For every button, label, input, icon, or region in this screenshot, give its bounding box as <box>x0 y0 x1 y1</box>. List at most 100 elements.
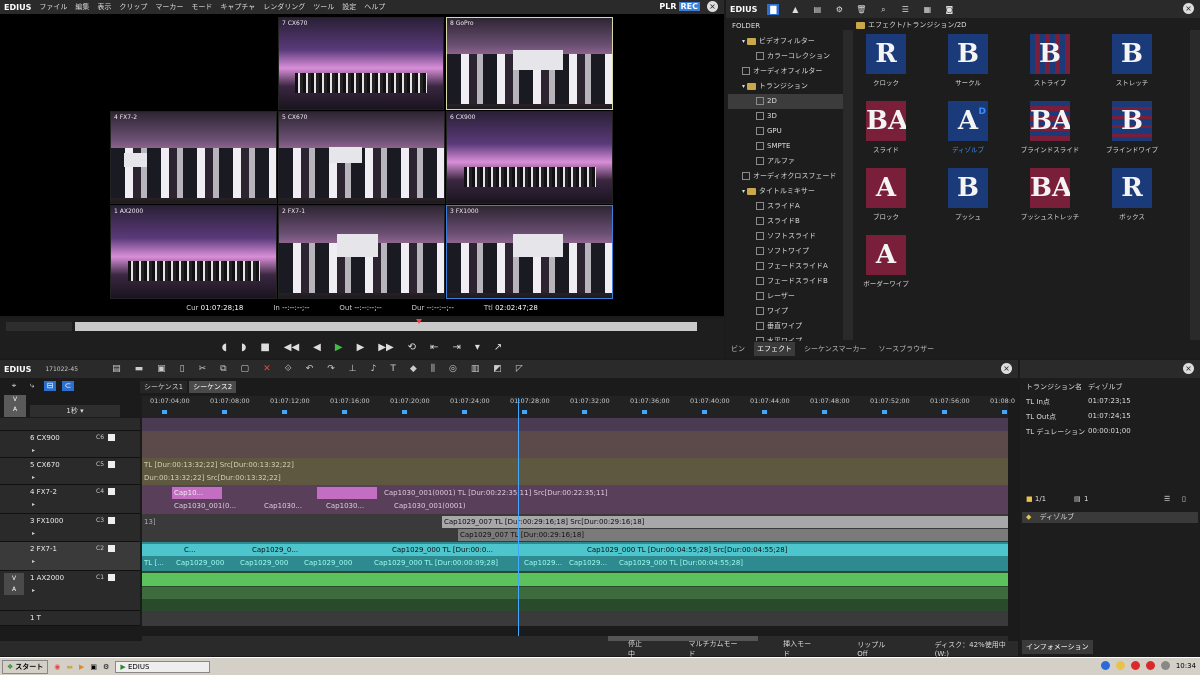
set-in-icon[interactable]: ◖ <box>222 342 227 353</box>
effect-item[interactable]: B ストライプ <box>1020 34 1080 87</box>
tab-information[interactable]: インフォメーション <box>1022 640 1093 654</box>
copy-icon[interactable]: ⧉ <box>220 364 226 374</box>
delete-icon[interactable]: ▯ <box>1182 495 1186 503</box>
menu-view[interactable]: 表示 <box>97 2 111 12</box>
menu-capture[interactable]: キャプチャ <box>220 2 255 12</box>
loop-icon[interactable]: ⟲ <box>408 342 416 353</box>
track-header[interactable]: 3 FX1000 C3 ▸ <box>0 514 140 542</box>
clip[interactable]: C... <box>182 544 222 556</box>
effect-item[interactable]: B ストレッチ <box>1102 34 1162 87</box>
expand-icon[interactable]: ▸ <box>32 587 35 594</box>
tree-item[interactable]: アルファ <box>728 154 850 169</box>
track-body[interactable] <box>142 418 1008 431</box>
effect-item[interactable]: B プッシュ <box>938 168 998 221</box>
cam-tile-8[interactable]: 8 GoPro <box>446 17 613 110</box>
tab-source-browser[interactable]: ソースブラウザー <box>875 342 937 356</box>
cam-tile-5[interactable]: 5 CX670 <box>278 111 445 204</box>
folder-icon[interactable]: ▇ <box>767 3 780 15</box>
tree-item[interactable]: ▾ トランジション <box>728 79 850 94</box>
fast-forward-icon[interactable]: ▶▶ <box>378 342 393 353</box>
expand-icon[interactable]: ▸ <box>32 501 35 508</box>
start-button[interactable]: ❖ スタート <box>2 659 49 674</box>
tree-item[interactable]: フェードスライドB <box>728 274 850 289</box>
cam-tile-2[interactable]: 2 FX7-1 <box>278 205 445 299</box>
menu-edit[interactable]: 編集 <box>75 2 89 12</box>
time-ruler[interactable]: 01:07:04;00 01:07:08;00 01:07:12;00 01:07:1… <box>142 396 1015 418</box>
tray-icon-security[interactable] <box>1115 661 1125 670</box>
multicam-icon[interactable]: ▥ <box>471 364 480 374</box>
tree-item[interactable]: ▾ ビデオフィルター <box>728 34 850 49</box>
clip-label[interactable]: Dur:00:13:32;22] Src[Dur:00:13:32;22] <box>142 472 1008 484</box>
tab-sequence2[interactable]: シーケンス2 <box>189 381 237 393</box>
clip-label[interactable]: Cap1030_001(0... <box>172 500 242 512</box>
clip-label[interactable]: Cap1029_000 <box>302 557 354 569</box>
tree-item[interactable]: オーディオクロスフェード <box>728 169 850 184</box>
clip-label[interactable]: Cap1029_000 TL [Dur:00:00:09;28] <box>372 557 502 569</box>
tree-item[interactable]: フェードスライドA <box>728 259 850 274</box>
playhead-marker[interactable] <box>416 319 422 324</box>
track-header[interactable] <box>0 418 140 431</box>
media-icon[interactable]: ▶ <box>79 663 84 671</box>
cam-tile-6[interactable]: 6 CX900 <box>446 111 613 204</box>
clip-label[interactable]: Cap1030_001(0001) <box>392 500 482 512</box>
close-icon[interactable]: × <box>1183 3 1194 14</box>
menu-help[interactable]: ヘルプ <box>364 2 385 12</box>
tab-bin[interactable]: ビン <box>728 342 748 356</box>
expand-icon[interactable]: ▸ <box>32 530 35 537</box>
menu-marker[interactable]: マーカー <box>155 2 183 12</box>
new-sequence-icon[interactable]: ▤ <box>112 364 121 374</box>
expand-icon[interactable]: ▸ <box>32 474 35 481</box>
close-icon[interactable]: × <box>707 1 718 12</box>
ripple-mode-icon[interactable]: ⊂ <box>62 381 74 391</box>
track-header[interactable]: 5 CX670 C5 ▸ <box>0 458 140 485</box>
tree-item[interactable]: GPU <box>728 124 850 139</box>
tray-icon-volume[interactable] <box>1160 661 1170 670</box>
effect-item[interactable]: R クロック <box>856 34 916 87</box>
clip-label[interactable]: Cap1029_000 <box>238 557 290 569</box>
clip[interactable]: Cap10... <box>172 487 222 499</box>
step-back-icon[interactable]: ◀ <box>313 342 321 353</box>
track-body[interactable]: TL [Dur:00:13:32;22] Src[Dur:00:13:32;22… <box>142 458 1008 485</box>
ripple-delete-icon[interactable]: ⟐ <box>285 364 292 374</box>
tree-item[interactable]: ワイプ <box>728 304 850 319</box>
track-visibility-toggle[interactable] <box>108 574 115 581</box>
remove-icon[interactable]: ✕ <box>263 364 271 374</box>
section-icon[interactable]: ◩ <box>493 364 502 374</box>
tray-icon-alert[interactable] <box>1145 661 1155 670</box>
tray-icon-update[interactable] <box>1130 661 1140 670</box>
clip-label[interactable]: Cap1030_001(0001) TL [Dur:00:22:35;11] S… <box>382 487 1008 499</box>
play-icon[interactable]: ▶ <box>335 342 343 353</box>
menu-file[interactable]: ファイル <box>39 2 67 12</box>
track-visibility-toggle[interactable] <box>108 545 115 552</box>
track-visibility-toggle[interactable] <box>108 461 115 468</box>
search-icon[interactable]: ⌕ <box>877 4 889 15</box>
tree-item[interactable]: オーディオフィルター <box>728 64 850 79</box>
thumbnail-view-icon[interactable]: ▦ <box>921 4 933 15</box>
clip-label[interactable]: Cap1030... <box>324 500 374 512</box>
effect-item[interactable]: BA スライド <box>856 101 916 154</box>
cut-icon[interactable]: ✂ <box>199 364 207 374</box>
clip[interactable]: Cap1029_000 TL [Dur:00:04:55;28] Src[Dur… <box>585 544 1008 556</box>
clip-label[interactable]: Cap1029_000 <box>174 557 226 569</box>
timeline-scale-select[interactable]: 1秒 ▾ <box>30 405 120 417</box>
clip[interactable] <box>142 573 1008 586</box>
clip-label[interactable]: Cap1029_007 TL [Dur:00:29:16;18] <box>458 529 1008 541</box>
scrub-bar[interactable] <box>0 318 724 336</box>
track-body[interactable] <box>142 571 1008 611</box>
expand-icon[interactable]: ▸ <box>32 447 35 454</box>
menu-mode[interactable]: モード <box>191 2 212 12</box>
set-out-icon[interactable]: ◗ <box>241 342 246 353</box>
add-filter-icon[interactable]: ■ <box>1026 495 1033 503</box>
settings-icon[interactable]: ⚙ <box>833 4 845 15</box>
clip[interactable]: Cap1029_0... <box>250 544 320 556</box>
clip[interactable] <box>142 587 1008 599</box>
track-body[interactable] <box>142 431 1008 458</box>
insert-mode[interactable]: 挿入モード <box>783 639 817 659</box>
mixer-icon[interactable]: ⫼ <box>431 364 435 374</box>
effect-item[interactable]: BA ブラインドスライド <box>1020 101 1080 154</box>
va-track-header[interactable]: VA <box>4 395 26 417</box>
fit-icon[interactable]: ◸ <box>516 364 523 374</box>
marker-icon[interactable]: ◆ <box>410 364 417 374</box>
sync-lock-icon[interactable]: ⊟ <box>44 381 56 391</box>
menu-tools[interactable]: ツール <box>313 2 334 12</box>
